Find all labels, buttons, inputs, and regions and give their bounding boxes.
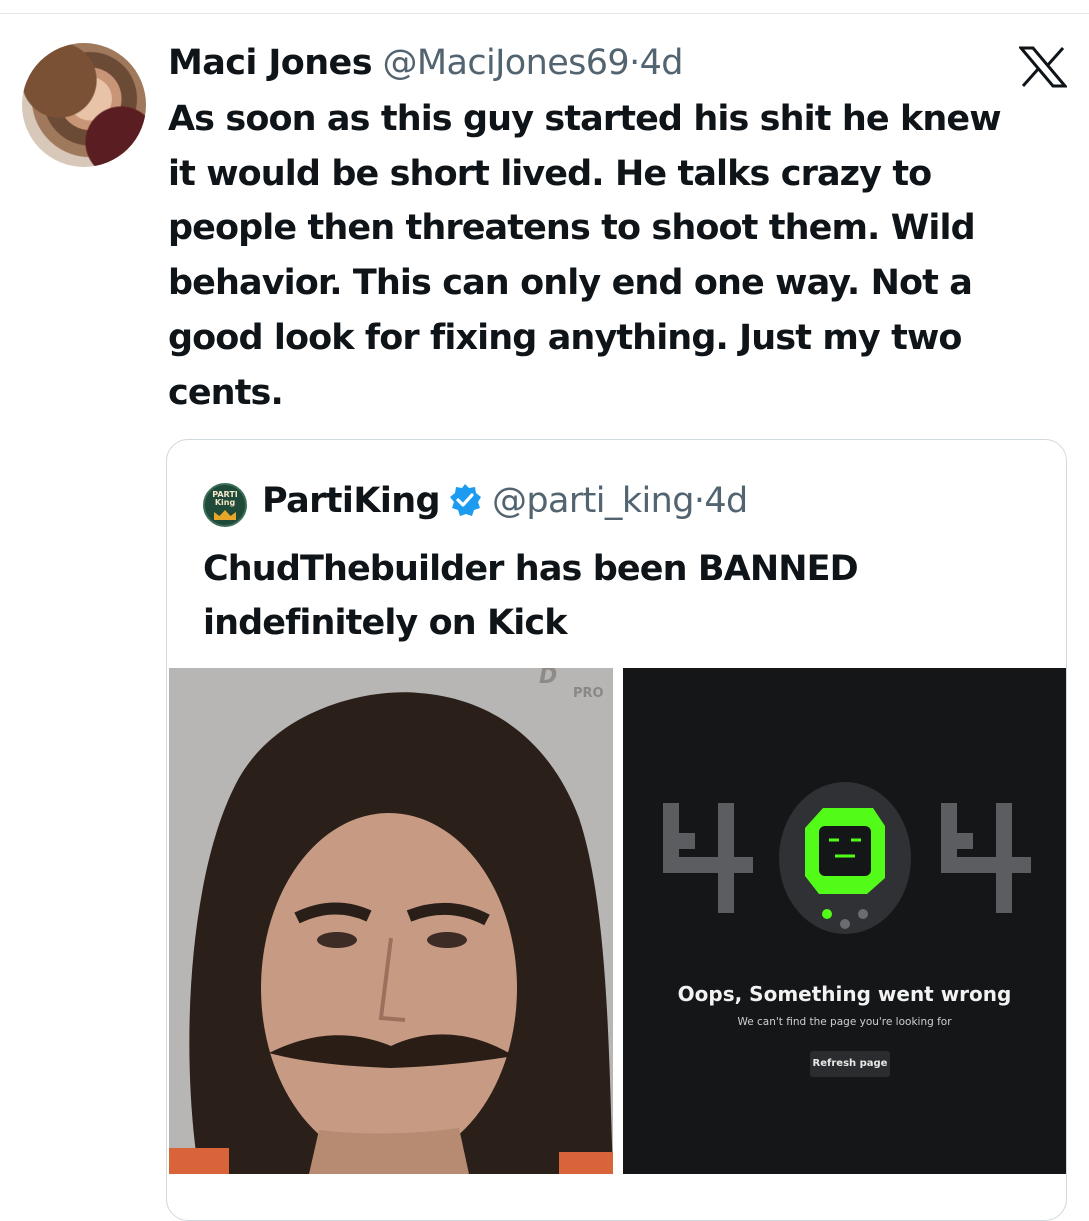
author-name[interactable]: Maci Jones <box>168 43 373 83</box>
author-avatar[interactable] <box>22 43 146 167</box>
quoted-line: ChudThebuilder has been BANNED <box>203 549 859 589</box>
refresh-page-button[interactable]: Refresh page <box>810 1051 890 1077</box>
face-illustration <box>169 692 613 1174</box>
error-404-screenshot[interactable]: Oops, Something went wrong We can't find… <box>623 668 1066 1174</box>
quoted-line: indefinitely on Kick <box>203 603 568 643</box>
x-logo-icon <box>1019 46 1067 88</box>
tweet-line: it would be short lived. He talks crazy … <box>168 153 932 194</box>
error-title: Oops, Something went wrong <box>677 982 1012 1006</box>
quoted-time[interactable]: 4d <box>704 481 748 521</box>
author-handle[interactable]: @MaciJones69 <box>382 43 629 83</box>
quoted-author-avatar[interactable]: PARTI King <box>203 483 247 527</box>
mugshot-photo[interactable]: D PRO <box>169 668 613 1174</box>
avatar-logo-text: PARTI King <box>212 490 238 507</box>
top-divider <box>0 13 1089 14</box>
digit-four-right <box>941 803 1031 913</box>
tweet-header: Maci Jones @MaciJones69·4d <box>168 40 684 86</box>
quoted-text: ChudThebuilder has been BANNED indefinit… <box>203 542 1043 650</box>
tweet-line: As soon as this guy started his shit he … <box>168 99 1002 139</box>
tweet-text: As soon as this guy started his shit he … <box>168 92 1048 420</box>
tweet-line: people then threatens to shoot them. Wil… <box>168 208 976 249</box>
quoted-author-name[interactable]: PartiKing <box>262 481 441 521</box>
media-grid: D PRO Oops, Something went wrong We can'… <box>167 668 1066 1174</box>
quoted-separator: · <box>693 481 705 521</box>
crown-icon <box>214 510 236 520</box>
error-404-graphic <box>663 782 1031 934</box>
tweet-line: cents. <box>168 372 284 413</box>
quoted-tweet-card[interactable]: PARTI King PartiKing @parti_king·4d ChudT… <box>166 439 1067 1221</box>
digit-four-left <box>663 803 753 913</box>
header-separator: · <box>629 43 640 83</box>
error-subtitle: We can't find the page you're looking fo… <box>737 1016 952 1028</box>
quoted-header: PartiKing @parti_king·4d <box>262 478 748 524</box>
verified-badge-icon <box>450 484 482 516</box>
tweet-line: behavior. This can only end one way. Not… <box>168 263 973 304</box>
quoted-author-handle[interactable]: @parti_king <box>492 481 694 521</box>
tweet-time[interactable]: 4d <box>640 43 684 83</box>
tweet-line: good look for fixing anything. Just my t… <box>168 317 962 358</box>
